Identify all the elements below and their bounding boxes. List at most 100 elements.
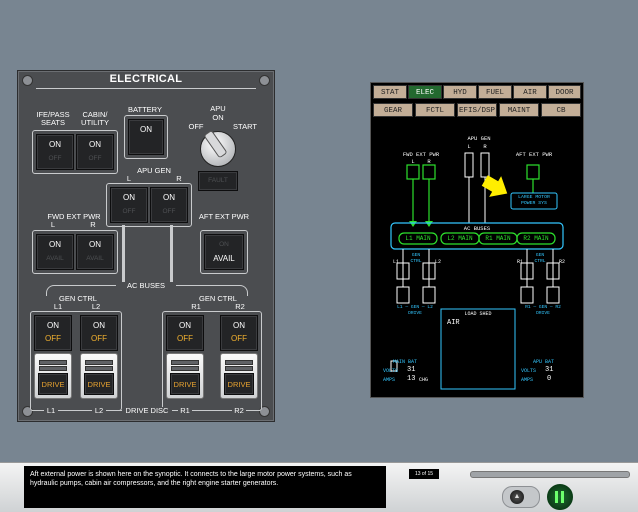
cabin-on-lamp: ON <box>89 140 101 149</box>
fwd-ext-pwr-label: FWD EXT PWR <box>47 212 101 221</box>
l2-on-lamp: ON <box>93 321 105 330</box>
ife-pass-seats-button[interactable]: ON OFF <box>36 134 74 170</box>
connector-bar <box>170 225 173 285</box>
panel-title: ELECTRICAL <box>109 73 183 85</box>
guard-stripe-icon <box>39 366 67 371</box>
syn-l1-main-label: L1 MAIN <box>405 235 431 242</box>
r1-label: R1 <box>191 302 201 311</box>
drive-l1-guarded-switch[interactable]: DRIVE <box>34 353 72 399</box>
syn-l2-main-label: L2 MAIN <box>447 235 473 242</box>
pause-button[interactable] <box>547 484 573 510</box>
aft-on-lamp: ON <box>219 241 229 248</box>
gen-ctrl-l2-button[interactable]: ON OFF <box>80 315 118 351</box>
fwd-ext-pwr-r-button[interactable]: ON AVAIL <box>76 234 114 270</box>
cabin-utility-button[interactable]: ON OFF <box>76 134 114 170</box>
disc-l1-label: L1 <box>44 407 58 415</box>
drive-l2-guarded-switch[interactable]: DRIVE <box>80 353 118 399</box>
gen-ctrl-r1-button[interactable]: ON OFF <box>166 315 204 351</box>
syn-main-volts-value: 31 <box>407 366 416 374</box>
l1-gen-box <box>396 286 410 304</box>
drive-r2-guarded-switch[interactable]: DRIVE <box>220 353 258 399</box>
l1-on-lamp: ON <box>47 321 59 330</box>
guard-stripe-icon <box>171 366 199 371</box>
syn-fwd-ext-pwr-label: FWD EXT PWR <box>402 151 440 158</box>
drive-r2-text: DRIVE <box>227 380 251 389</box>
aft-ext-pwr-label: AFT EXT PWR <box>198 212 250 221</box>
apu-gen-r-button[interactable]: ON OFF <box>150 187 188 223</box>
apu-gen-r-box <box>480 152 490 178</box>
guard-stripe-icon <box>171 360 199 365</box>
fault-lamp: FAULT <box>208 177 228 184</box>
syn-fwd-r-label: R <box>427 158 431 165</box>
ife-on-lamp: ON <box>49 140 61 149</box>
apu-gen-r-label: R <box>176 174 182 183</box>
aft-ext-pwr-button[interactable]: ON AVAIL <box>204 234 244 270</box>
fwd-ext-l-arrow-icon <box>409 221 417 227</box>
apu-selector-knob[interactable] <box>200 129 236 167</box>
syn-load-shed-label: LOAD SHED <box>464 311 492 317</box>
syn-chg-label: CHG <box>419 377 429 383</box>
caption-text: Aft external power is shown here on the … <box>24 466 386 508</box>
syn-fwd-l-label: L <box>411 158 415 165</box>
l2-gen-box <box>422 286 436 304</box>
syn-main-amps-value: 13 <box>407 375 416 383</box>
apu-off-label: OFF <box>188 122 204 131</box>
progress-track[interactable] <box>470 471 630 478</box>
l1-label: L1 <box>53 302 63 311</box>
guard-stripe-icon <box>225 360 253 365</box>
syn-apu-gen-label: APU GEN <box>467 135 491 142</box>
apu-gen-r-on-lamp: ON <box>163 193 175 202</box>
fwd-ext-pwr-l-button[interactable]: ON AVAIL <box>36 234 74 270</box>
guard-stripe-icon <box>39 360 67 365</box>
page-indicator: 13 of 15 <box>409 469 439 479</box>
r1-gen-box <box>520 286 534 304</box>
aft-avail-lamp: AVAIL <box>213 254 235 263</box>
l2-off-lamp: OFF <box>91 334 107 343</box>
syn-apu-bat-label: APU BAT <box>533 359 555 365</box>
syn-l-gen-ctrl-label: GEN CTRL <box>410 253 422 264</box>
electrical-synoptic-display: STAT ELEC HYD FUEL AIR DOOR GEAR FCTL EF… <box>370 82 584 398</box>
apu-gen-r-off-lamp: OFF <box>162 208 176 215</box>
ife-off-lamp: OFF <box>48 155 62 162</box>
syn-r-drive-label: R1 — GEN — R2 DRIVE <box>525 305 561 316</box>
r2-off-lamp: OFF <box>231 334 247 343</box>
gen-ctrl-l1-button[interactable]: ON OFF <box>34 315 72 351</box>
drive-r1-guarded-switch[interactable]: DRIVE <box>166 353 204 399</box>
drive-r1-lamp: DRIVE <box>170 373 200 395</box>
gen-ctrl-r2-button[interactable]: ON OFF <box>220 315 258 351</box>
syn-large-motor-label: LARGE MOTOR POWER SYS <box>518 195 550 206</box>
syn-apu-amps-value: 0 <box>547 375 552 383</box>
apu-gen-l-label: L <box>126 174 132 183</box>
drive-l1-text: DRIVE <box>41 380 65 389</box>
battery-button[interactable]: ON <box>128 119 164 155</box>
connector-bar <box>122 225 125 285</box>
fault-light: FAULT <box>198 171 238 191</box>
ife-label: IFE/PASS SEATS <box>36 110 70 127</box>
drive-l1-lamp: DRIVE <box>38 373 68 395</box>
title-rule <box>36 88 256 89</box>
fwd-ext-r-arrow-icon <box>425 221 433 227</box>
back-button[interactable]: ▲ <box>510 490 524 504</box>
syn-r2-label: R2 <box>559 259 566 265</box>
cabin-label: CABIN/ UTILITY <box>81 110 109 127</box>
fwd-ext-r-box <box>422 164 436 180</box>
syn-r1-label: R1 <box>517 259 524 265</box>
r2-gen-box <box>546 286 560 304</box>
syn-aft-ext-pwr-label: AFT EXT PWR <box>515 151 553 158</box>
fwd-r-avail-lamp: AVAIL <box>86 255 104 262</box>
fwd-r-label: R <box>90 220 96 229</box>
fwd-ext-l-box <box>406 164 420 180</box>
fwd-l-avail-lamp: AVAIL <box>46 255 64 262</box>
r1-off-lamp: OFF <box>177 334 193 343</box>
l2-label: L2 <box>91 302 101 311</box>
syn-air-label: AIR <box>447 319 460 327</box>
guard-stripe-icon <box>85 360 113 365</box>
electrical-panel: ELECTRICAL IFE/PASS SEATS CABIN/ UTILITY… <box>17 70 275 422</box>
syn-apu-l-label: L <box>467 143 471 150</box>
fwd-l-on-lamp: ON <box>49 240 61 249</box>
syn-main-bat-label: MAIN BAT <box>393 359 418 365</box>
pause-icon <box>555 491 558 503</box>
battery-on-lamp: ON <box>140 125 152 134</box>
fwd-r-on-lamp: ON <box>89 240 101 249</box>
syn-r2-main-label: R2 MAIN <box>523 235 549 242</box>
